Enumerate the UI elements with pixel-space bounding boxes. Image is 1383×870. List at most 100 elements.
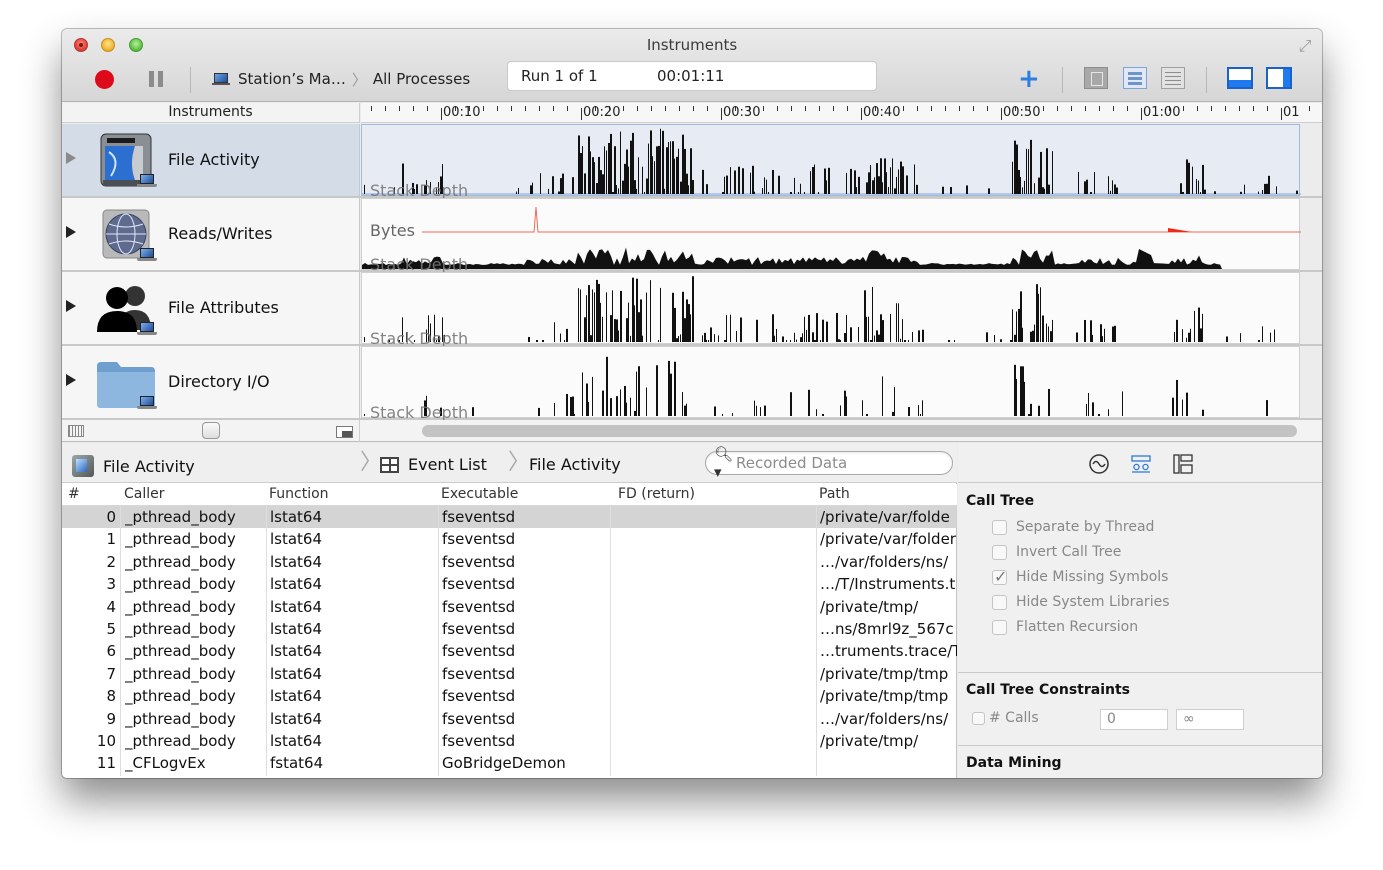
track-file-attributes[interactable]: File Attributes Stack Depth (62, 272, 1322, 348)
activity-spike (908, 407, 910, 416)
option-invert-call-tree[interactable]: Invert Call Tree (992, 544, 1121, 560)
track-header[interactable]: Reads/Writes (62, 198, 360, 270)
table-row[interactable]: 7 _pthread_body lstat64 fseventsd/private/t… (62, 663, 957, 685)
track-height-handle[interactable] (202, 422, 220, 439)
track-header[interactable]: File Activity (62, 124, 360, 196)
activity-spike (680, 334, 681, 342)
breadcrumb-view-mode[interactable]: Event List (380, 455, 487, 474)
table-row[interactable]: 9 _pthread_body lstat64 fseventsd …/var/fold… (62, 708, 957, 730)
recorded-data-search[interactable]: 🔍︎▾ (705, 445, 953, 481)
checkbox[interactable] (972, 711, 985, 725)
disclosure-triangle-icon[interactable] (66, 300, 76, 312)
breadcrumb-detail[interactable]: File Activity (529, 455, 621, 474)
add-instrument-button[interactable]: + (1018, 66, 1040, 92)
track-graph[interactable]: Stack Depth (361, 272, 1300, 348)
extended-detail-tab-icon[interactable] (1172, 453, 1194, 474)
disclosure-triangle-icon[interactable] (66, 226, 76, 238)
instruments-strategy-button[interactable] (1123, 67, 1147, 89)
table-row[interactable]: 10 _pthread_body lstat64 fseventsd/private/… (62, 730, 957, 752)
calls-max-input[interactable]: ∞ (1176, 709, 1244, 730)
activity-spike (908, 340, 909, 342)
option-hide-missing-symbols[interactable]: Hide Missing Symbols (992, 567, 1168, 586)
breadcrumb-instrument[interactable]: File Activity (72, 455, 195, 477)
activity-spike (794, 177, 795, 194)
option-hide-system-libraries[interactable]: Hide System Libraries (992, 594, 1170, 610)
activity-spike (682, 392, 683, 416)
activity-spike (588, 285, 590, 342)
checkbox[interactable] (992, 567, 1007, 586)
threads-strategy-button[interactable] (1161, 67, 1185, 89)
calls-min-input[interactable]: 0 (1100, 709, 1168, 730)
search-icon[interactable]: 🔍︎▾ (714, 445, 736, 481)
table-row[interactable]: 1 _pthread_body lstat64 fseventsd/private/v… (62, 528, 957, 550)
table-row[interactable]: 0 _pthread_body lstat64 fseventsd/private/v… (62, 506, 957, 529)
activity-spike (364, 414, 365, 416)
track-header[interactable]: Directory I/O (62, 346, 360, 418)
graph-mode-icon[interactable] (68, 425, 84, 437)
search-input[interactable] (736, 454, 936, 472)
table-row[interactable]: 8 _pthread_body lstat64 fseventsd/private/t… (62, 685, 957, 707)
activity-spike (1108, 176, 1109, 194)
table-row[interactable]: 5 _pthread_body lstat64 fseventsd …ns/8mrl9z… (62, 618, 957, 640)
record-settings-tab-icon[interactable] (1088, 453, 1110, 474)
activity-spike (1114, 325, 1116, 342)
record-button[interactable] (95, 70, 114, 89)
column-header-function[interactable]: Function (269, 486, 329, 502)
cpu-strategy-button[interactable] (1084, 67, 1108, 89)
disclosure-triangle-icon[interactable] (66, 152, 76, 164)
ruler-label: 01 (1283, 105, 1300, 120)
display-settings-tab-icon[interactable] (1130, 453, 1152, 473)
instruments-column-header: Instruments (62, 103, 360, 123)
instrument-track-list: File Activity Stack Depth Reads/Writes B… (62, 124, 1322, 422)
checkbox[interactable] (992, 544, 1007, 560)
toggle-detail-pane-button[interactable] (1227, 67, 1253, 89)
column-header-caller[interactable]: Caller (124, 486, 165, 502)
table-row[interactable]: 3 _pthread_body lstat64 fseventsd …/T/Instru… (62, 573, 957, 595)
calls-constraint-checkbox[interactable]: # Calls (972, 710, 1039, 726)
table-row[interactable]: 2 _pthread_body lstat64 fseventsd …/var/fold… (62, 551, 957, 573)
table-row[interactable]: 4 _pthread_body lstat64 fseventsd/private/t… (62, 596, 957, 618)
cell-executable: fseventsd (442, 619, 516, 638)
table-row[interactable]: 6 _pthread_body lstat64 fseventsd …truments.… (62, 640, 957, 662)
target-selector[interactable]: Station’s Ma… 〉 All Processes (212, 69, 470, 89)
disclosure-triangle-icon[interactable] (66, 374, 76, 386)
track-file-activity[interactable]: File Activity Stack Depth (62, 124, 1322, 200)
checkbox[interactable] (992, 594, 1007, 610)
track-graph[interactable]: Stack Depth (361, 346, 1300, 422)
activity-spike (602, 316, 603, 342)
toggle-inspector-pane-button[interactable] (1266, 67, 1292, 89)
target-process[interactable]: All Processes (373, 70, 470, 88)
time-ruler[interactable]: 00:10 00:20 00:30 00:40 00:50 01:00 01 (361, 103, 1322, 123)
checkbox[interactable] (992, 519, 1007, 535)
option-flatten-recursion[interactable]: Flatten Recursion (992, 619, 1138, 635)
track-directory-io[interactable]: Directory I/O Stack Depth (62, 346, 1322, 422)
activity-spike (670, 373, 672, 416)
activity-spike (706, 184, 708, 194)
ruler-label: 01:00 (1143, 105, 1181, 120)
disk-utility-icon (95, 130, 157, 190)
activity-spike (790, 192, 792, 194)
activity-spike (632, 132, 634, 194)
activity-spike (820, 340, 821, 342)
checkbox[interactable] (992, 619, 1007, 635)
track-reads-writes[interactable]: Reads/Writes Bytes Stack Depth (62, 198, 1322, 274)
run-status-display: Run 1 of 1 00:01:11 (507, 61, 877, 91)
column-header-fd[interactable]: FD (return) (618, 486, 695, 502)
table-row[interactable]: 11 _CFLogvEx fstat64 GoBridgeDemon (62, 752, 957, 774)
activity-spike (1110, 190, 1111, 194)
target-device[interactable]: Station’s Ma… (238, 70, 346, 88)
track-graph[interactable]: Stack Depth (361, 124, 1301, 200)
column-header-executable[interactable]: Executable (441, 486, 518, 502)
track-graph[interactable]: Bytes Stack Depth (361, 198, 1301, 274)
activity-spike (876, 330, 878, 342)
track-header[interactable]: File Attributes (62, 272, 360, 344)
pause-button[interactable] (149, 71, 163, 87)
column-header-path[interactable]: Path (819, 486, 850, 502)
timeline-horizontal-scrollbar[interactable] (422, 425, 1297, 437)
cell-path: …/var/folders/ns/ (820, 709, 949, 728)
fullscreen-icon[interactable]: ⤢ (1296, 37, 1314, 55)
column-header-number[interactable]: # (68, 486, 80, 502)
ruler-minor-tick (707, 106, 708, 111)
mini-window-icon[interactable] (336, 426, 353, 438)
option-separate-by-thread[interactable]: Separate by Thread (992, 519, 1154, 535)
